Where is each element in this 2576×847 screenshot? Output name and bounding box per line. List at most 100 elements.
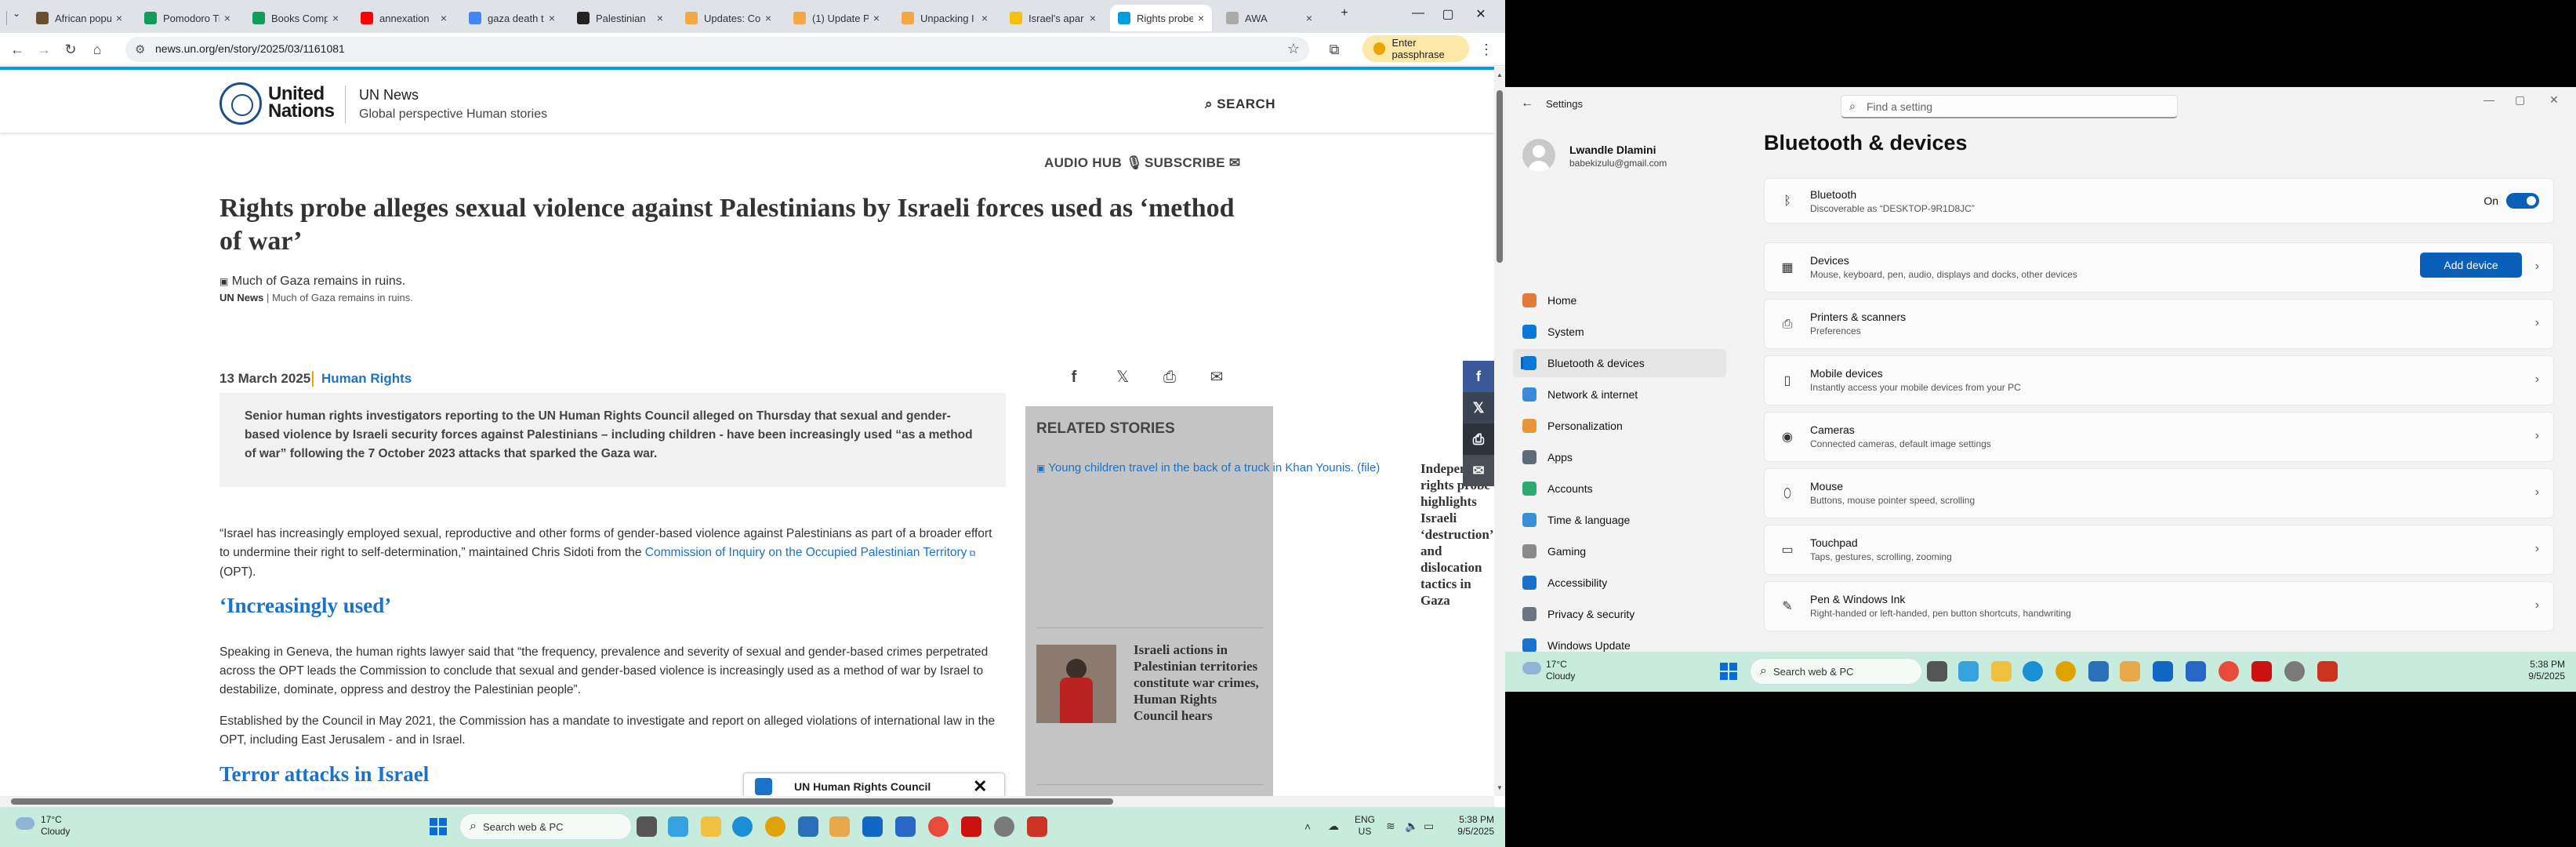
app-icon[interactable]: [2120, 661, 2140, 682]
nav-item[interactable]: Gaming: [1513, 537, 1726, 565]
nav-item[interactable]: Network & internet: [1513, 380, 1726, 409]
tab-close-icon[interactable]: ×: [224, 12, 230, 24]
tab-search-icon[interactable]: ⌄: [5, 8, 28, 19]
outlook-icon[interactable]: [862, 816, 883, 837]
browser-menu-icon[interactable]: ⋮: [1477, 40, 1496, 59]
un-wordmark[interactable]: United Nations: [268, 85, 335, 121]
horizontal-scroll-thumb[interactable]: [11, 798, 1113, 805]
browser-app-icon[interactable]: [2055, 661, 2076, 682]
app-icon[interactable]: [798, 816, 818, 837]
copilot-icon[interactable]: [1958, 661, 1979, 682]
taskbar-search[interactable]: ⌕ Search web & PC: [1750, 658, 1922, 685]
copilot-icon[interactable]: [668, 816, 688, 837]
app-icon[interactable]: [1027, 816, 1047, 837]
commission-of-inquiry-link[interactable]: Commission of Inquiry on the Occupied Pa…: [645, 546, 967, 559]
nav-item[interactable]: Apps: [1513, 443, 1726, 471]
email-share-icon[interactable]: ✉: [1207, 368, 1226, 387]
settings-card[interactable]: ▭ Touchpad Taps, gestures, scrolling, zoom…: [1764, 525, 2554, 575]
edge-icon[interactable]: [732, 816, 753, 837]
url-text[interactable]: news.un.org/en/story/2025/03/1161081: [155, 42, 345, 55]
minimize-button[interactable]: —: [1406, 6, 1430, 20]
file-explorer-icon[interactable]: [701, 816, 721, 837]
nav-item[interactable]: Accessibility: [1513, 569, 1726, 597]
browser-tab[interactable]: Updates: Co ×: [677, 5, 779, 31]
app-icon[interactable]: [829, 816, 850, 837]
related-story-link[interactable]: Israeli actions in Palestinian territori…: [1134, 642, 1259, 724]
browser-tab[interactable]: Books Comp ×: [245, 5, 346, 31]
browser-tab[interactable]: Pomodoro Ti ×: [136, 5, 238, 31]
browser-tab[interactable]: gaza death t ×: [461, 5, 563, 31]
language-indicator[interactable]: ENG US: [1353, 814, 1377, 838]
browser-tab[interactable]: African popu ×: [28, 5, 130, 31]
topic-link[interactable]: Human Rights: [321, 371, 412, 387]
reload-icon[interactable]: ↻: [61, 40, 80, 59]
file-explorer-icon[interactable]: [1991, 661, 2012, 682]
store-icon[interactable]: [895, 816, 916, 837]
tab-close-icon[interactable]: ×: [549, 12, 555, 24]
weather-widget[interactable]: 17°C Cloudy: [1546, 659, 1575, 682]
floating-email-icon[interactable]: ✉: [1463, 455, 1494, 486]
app-icon[interactable]: [2317, 661, 2338, 682]
tab-close-icon[interactable]: ×: [1198, 12, 1204, 24]
vertical-scrollbar[interactable]: ▲ ▼: [1494, 67, 1505, 796]
browser-tab[interactable]: (1) Update P ×: [785, 5, 887, 31]
address-bar[interactable]: ⚙ news.un.org/en/story/2025/03/1161081 ☆: [125, 37, 1309, 62]
find-setting-input[interactable]: ⌕ Find a setting: [1841, 95, 2178, 118]
tab-close-icon[interactable]: ×: [873, 12, 880, 24]
tab-close-icon[interactable]: ×: [332, 12, 339, 24]
back-icon[interactable]: ←: [8, 40, 27, 59]
maximize-button[interactable]: ▢: [2515, 93, 2525, 107]
browser-tab[interactable]: AWA ×: [1218, 5, 1320, 31]
nav-item[interactable]: Time & language: [1513, 506, 1726, 534]
nav-item[interactable]: Windows Update: [1513, 631, 1726, 652]
bluetooth-card[interactable]: ᛒ Bluetooth Discoverable as “DESKTOP-9R1…: [1764, 178, 2554, 224]
home-icon[interactable]: ⌂: [88, 40, 107, 59]
app-icon[interactable]: [2088, 661, 2109, 682]
tab-close-icon[interactable]: ×: [657, 12, 663, 24]
floating-facebook-icon[interactable]: f: [1463, 361, 1494, 392]
task-view-icon[interactable]: [637, 816, 657, 837]
back-arrow-icon[interactable]: ←: [1521, 96, 1533, 111]
tab-close-icon[interactable]: ×: [116, 12, 122, 24]
acrobat-icon[interactable]: [961, 816, 981, 837]
browser-tab[interactable]: annexation ×: [353, 5, 455, 31]
settings-card[interactable]: ✎ Pen & Windows Ink Right-handed or left-h…: [1764, 581, 2554, 631]
facebook-share-icon[interactable]: f: [1065, 368, 1083, 387]
settings-gear-icon[interactable]: [994, 816, 1014, 837]
clock[interactable]: 5:38 PM 9/5/2025: [1442, 814, 1494, 838]
chrome-icon[interactable]: [2219, 661, 2239, 682]
horizontal-scrollbar[interactable]: [0, 796, 1494, 807]
search-button[interactable]: ⌕ SEARCH: [1205, 96, 1275, 112]
settings-card[interactable]: ◉ Cameras Connected cameras, default image…: [1764, 412, 2554, 462]
settings-card[interactable]: ⬯ Mouse Buttons, mouse pointer speed, scro…: [1764, 468, 2554, 518]
browser-tab[interactable]: Palestinian ×: [569, 5, 671, 31]
battery-icon[interactable]: ▭: [1424, 820, 1434, 833]
tab-close-icon[interactable]: ×: [981, 12, 988, 24]
cloud-icon[interactable]: [1522, 662, 1541, 674]
weather-widget[interactable]: 17°C Cloudy: [41, 814, 70, 838]
enter-passphrase-button[interactable]: Enter passphrase: [1362, 35, 1469, 62]
bluetooth-toggle[interactable]: [2506, 193, 2539, 209]
related-image-link[interactable]: ▣ Young children travel in the back of a…: [1036, 461, 1380, 474]
clock[interactable]: 5:38 PM 9/5/2025: [2509, 659, 2565, 682]
onedrive-icon[interactable]: ☁: [1328, 820, 1339, 833]
subscribe-link[interactable]: SUBSCRIBE ✉: [1145, 155, 1240, 171]
audio-hub-link[interactable]: AUDIO HUB 🎙: [1044, 155, 1143, 171]
tab-close-icon[interactable]: ×: [441, 12, 447, 24]
browser-app-icon[interactable]: [765, 816, 785, 837]
vertical-scroll-thumb[interactable]: [1497, 90, 1503, 263]
forward-icon[interactable]: →: [34, 40, 53, 59]
nav-item[interactable]: System: [1513, 318, 1726, 346]
settings-card[interactable]: ⎙ Printers & scanners Preferences ›: [1764, 299, 2554, 349]
nav-item[interactable]: Personalization: [1513, 412, 1726, 440]
social-embed-bar[interactable]: UN Human Rights Council ✕: [743, 772, 1005, 796]
browser-tab[interactable]: Israel's apar ×: [1002, 5, 1104, 31]
browser-tab[interactable]: Unpacking I ×: [894, 5, 996, 31]
acrobat-icon[interactable]: [2251, 661, 2272, 682]
add-device-button[interactable]: Add device: [2420, 253, 2522, 278]
un-emblem-icon[interactable]: [220, 82, 262, 125]
close-button[interactable]: ✕: [2549, 93, 2559, 107]
un-news-link[interactable]: UN News: [359, 87, 419, 104]
chrome-icon[interactable]: [928, 816, 949, 837]
close-window-button[interactable]: ✕: [1469, 6, 1493, 22]
